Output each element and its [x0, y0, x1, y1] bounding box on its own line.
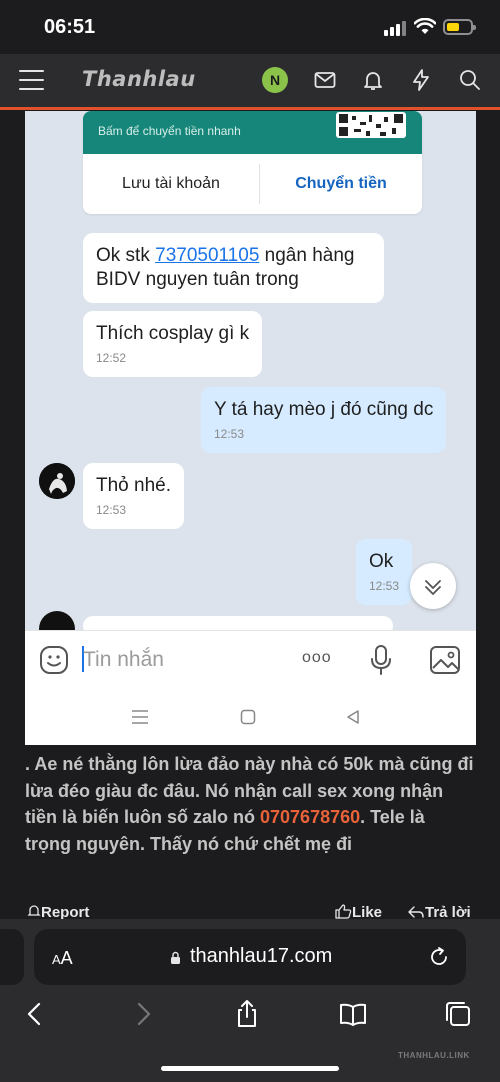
image-icon[interactable]: [429, 645, 461, 675]
message-bubble: Ok stk 7370501105 ngân hàng BIDV nguyen …: [83, 233, 384, 303]
contact-avatar[interactable]: [39, 463, 75, 499]
watermark: THANHLAU.LINK: [398, 1051, 470, 1060]
account-number-link[interactable]: 7370501105: [155, 245, 259, 266]
my-message-bubble: Ok 12:53: [356, 539, 413, 605]
bell-icon[interactable]: [361, 68, 385, 92]
address-bar[interactable]: AA thanhlau17.com: [34, 929, 466, 985]
message-time: 12:52: [96, 351, 127, 365]
reply-icon: [408, 906, 424, 918]
bell-icon: [27, 905, 41, 916]
chat-screenshot: Bấm để chuyển tiền nhanh Lưu tài khoản C…: [25, 111, 476, 745]
bank-transfer-card: Bấm để chuyển tiền nhanh Lưu tài khoản C…: [83, 111, 422, 214]
url-text: thanhlau17.com: [190, 945, 333, 967]
previous-tab[interactable]: [0, 929, 24, 985]
message-text: Y tá hay mèo j đó cũng dc: [214, 399, 434, 420]
message-input-bar: Tin nhắn ooo: [25, 630, 476, 688]
wifi-icon: [414, 18, 436, 34]
search-icon[interactable]: [458, 68, 482, 92]
recent-apps-icon[interactable]: [131, 709, 149, 725]
message-text: Ok stk: [96, 245, 156, 266]
site-logo[interactable]: Thanhlau: [82, 67, 196, 91]
message-time: 12:53: [369, 579, 400, 593]
message-text: Ok: [369, 551, 394, 572]
back-arrow-icon[interactable]: [20, 999, 50, 1029]
qr-code-icon: [336, 112, 406, 138]
my-message-bubble: Y tá hay mèo j đó cũng dc 12:53: [201, 387, 447, 453]
back-icon[interactable]: [345, 709, 361, 725]
message-input[interactable]: Tin nhắn: [83, 648, 164, 672]
more-options-icon[interactable]: ooo: [302, 649, 332, 667]
transfer-money-button[interactable]: Chuyển tiền: [260, 164, 422, 204]
status-bar: 06:51: [0, 0, 500, 54]
chevron-down-icon: [425, 580, 441, 595]
sticker-icon[interactable]: [39, 645, 69, 675]
bank-card-subtitle: Bấm để chuyển tiền nhanh: [98, 124, 241, 138]
reload-icon[interactable]: [427, 945, 451, 969]
battery-icon: [443, 19, 476, 35]
thumbs-up-icon: [335, 904, 352, 919]
menu-icon[interactable]: [19, 70, 44, 90]
post-body: . Ae né thằng lôn lừa đảo này nhà có 50k…: [25, 751, 475, 857]
signal-icon: [384, 20, 408, 36]
phone-number: 0707678760: [260, 807, 361, 827]
status-time: 06:51: [44, 16, 96, 38]
lock-icon: [171, 951, 180, 964]
screen: 06:51 Thanhlau N Bấm để chuyển tiền nhan…: [0, 0, 500, 1082]
message-text: Thích cosplay gì k: [96, 323, 250, 344]
microphone-icon[interactable]: [368, 644, 394, 676]
message-time: 12:53: [96, 503, 127, 517]
message-bubble: Thích cosplay gì k 12:52: [83, 311, 263, 377]
message-time: 12:53: [214, 427, 245, 441]
message-text: Thỏ nhé.: [96, 475, 171, 496]
home-indicator[interactable]: [161, 1066, 339, 1071]
lightning-icon[interactable]: [409, 68, 433, 92]
mail-icon[interactable]: [313, 68, 337, 92]
bank-card-header: Bấm để chuyển tiền nhanh: [83, 111, 422, 154]
android-nav-bar: [25, 688, 476, 745]
tabs-icon[interactable]: [443, 999, 473, 1029]
bookmarks-icon[interactable]: [338, 999, 368, 1029]
avatar-image: [39, 463, 75, 499]
user-avatar[interactable]: N: [262, 67, 288, 93]
site-header: Thanhlau N: [0, 54, 500, 110]
message-bubble: Thỏ nhé. 12:53: [83, 463, 184, 529]
reader-settings-button[interactable]: AA: [52, 948, 73, 969]
forward-arrow-icon[interactable]: [128, 999, 158, 1029]
scroll-down-button[interactable]: [410, 563, 456, 609]
home-icon[interactable]: [240, 709, 256, 725]
share-icon[interactable]: [232, 999, 262, 1029]
save-account-button[interactable]: Lưu tài khoản: [83, 164, 259, 204]
